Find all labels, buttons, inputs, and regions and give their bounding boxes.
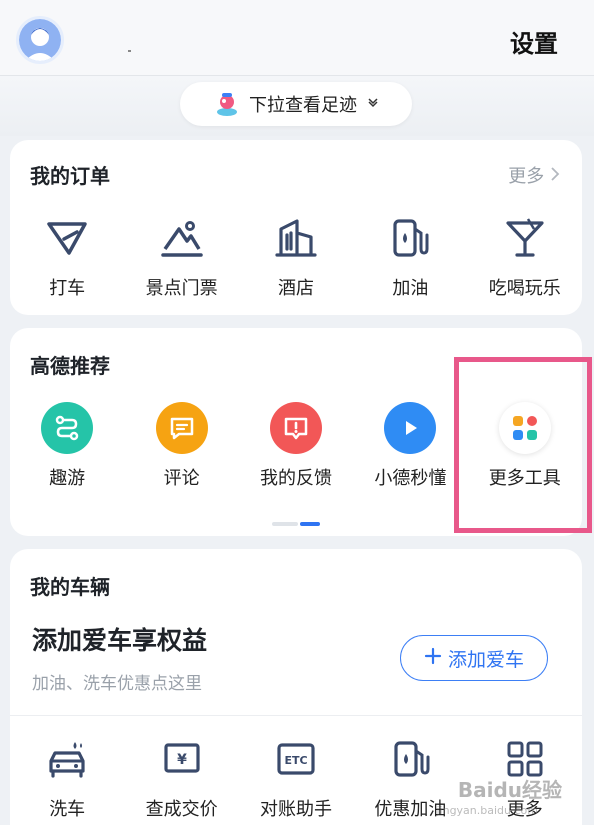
scenic-ticket-icon [156,212,208,264]
car-wash-icon [41,733,93,785]
vehicle-subtitle: 加油、洗车优惠点这里 [32,674,202,694]
comment-icon [155,402,208,454]
recommend-item-label: 我的反馈 [259,468,332,489]
vehicle-headline: 添加爱车享权益 [32,626,208,655]
user-avatar-icon [19,19,61,61]
order-item-label: 景点门票 [145,278,218,299]
order-item-taxi[interactable]: 打车 [10,212,124,300]
page-dot-active [300,522,320,526]
page-dot-inactive [272,522,298,526]
price-tag-icon: ¥ [156,733,208,785]
order-item-food-fun[interactable]: 吃喝玩乐 [468,212,582,300]
recommend-item-feedback[interactable]: 我的反馈 [239,402,353,490]
recommend-item-comment[interactable]: 评论 [124,402,238,490]
hotel-icon [270,212,322,264]
recommend-item-label: 评论 [163,468,200,489]
add-car-label: 添加爱车 [447,648,524,671]
chevron-right-icon [550,166,560,187]
vehicle-item-etc[interactable]: ETC 对账助手 [239,733,353,821]
order-item-label: 加油 [392,278,429,299]
footprint-pull-button[interactable]: 下拉查看足迹 [180,82,412,126]
order-item-label: 打车 [49,278,86,299]
watermark-sub: jingyan.baidu.com [436,804,538,817]
more-label: 更多 [508,166,545,187]
route-icon [41,402,94,454]
settings-button[interactable]: 设置 [510,24,558,59]
footprint-label: 下拉查看足迹 [249,95,357,116]
order-item-label: 吃喝玩乐 [488,278,561,299]
vehicle-item-price[interactable]: ¥ 查成交价 [124,733,238,821]
cocktail-icon [499,212,551,264]
fuel-discount-icon [384,733,436,785]
orders-card: 我的订单 更多 打车 景点门票 酒店 加油 吃喝玩乐 [10,140,582,315]
feedback-icon [269,402,322,454]
vehicle-item-label: 洗车 [49,799,86,820]
svg-text:¥: ¥ [177,752,187,768]
order-item-fuel[interactable]: 加油 [353,212,467,300]
vehicle-item-car-wash[interactable]: 洗车 [10,733,124,821]
orders-title: 我的订单 [30,164,110,188]
recommend-item-xiaode[interactable]: 小德秒懂 [353,402,467,490]
vehicle-item-label: 对账助手 [259,799,332,820]
page-indicator [272,522,320,526]
recommend-item-quyou[interactable]: 趣游 [10,402,124,490]
order-item-hotel[interactable]: 酒店 [239,212,353,300]
svg-text:ETC: ETC [284,754,307,767]
top-bar: 设置 [0,0,594,76]
recommend-item-label: 小德秒懂 [374,468,447,489]
watermark: Baidu经验 [457,778,562,802]
add-car-button[interactable]: 添加爱车 [400,635,548,681]
footprint-mascot-icon [217,93,237,116]
vehicle-divider [10,715,582,716]
orders-more-link[interactable]: 更多 [508,162,560,188]
divider-mark [128,50,131,52]
play-icon [384,402,437,454]
etc-icon: ETC [270,733,322,785]
recommend-item-label: 趣游 [49,468,86,489]
vehicle-title: 我的车辆 [30,575,110,599]
order-item-scenic-ticket[interactable]: 景点门票 [124,212,238,300]
taxi-icon [41,212,93,264]
order-item-label: 酒店 [277,278,314,299]
plus-icon [424,647,442,670]
avatar[interactable] [16,16,64,64]
fuel-icon [384,212,436,264]
vehicle-card: 我的车辆 添加爱车享权益 加油、洗车优惠点这里 添加爱车 洗车 ¥ 查成交价 E… [10,549,582,825]
vehicle-item-label: 查成交价 [145,799,218,820]
more-tools-highlight-box [454,357,592,533]
chevron-down-icon [367,96,379,112]
recommend-title: 高德推荐 [30,354,110,378]
